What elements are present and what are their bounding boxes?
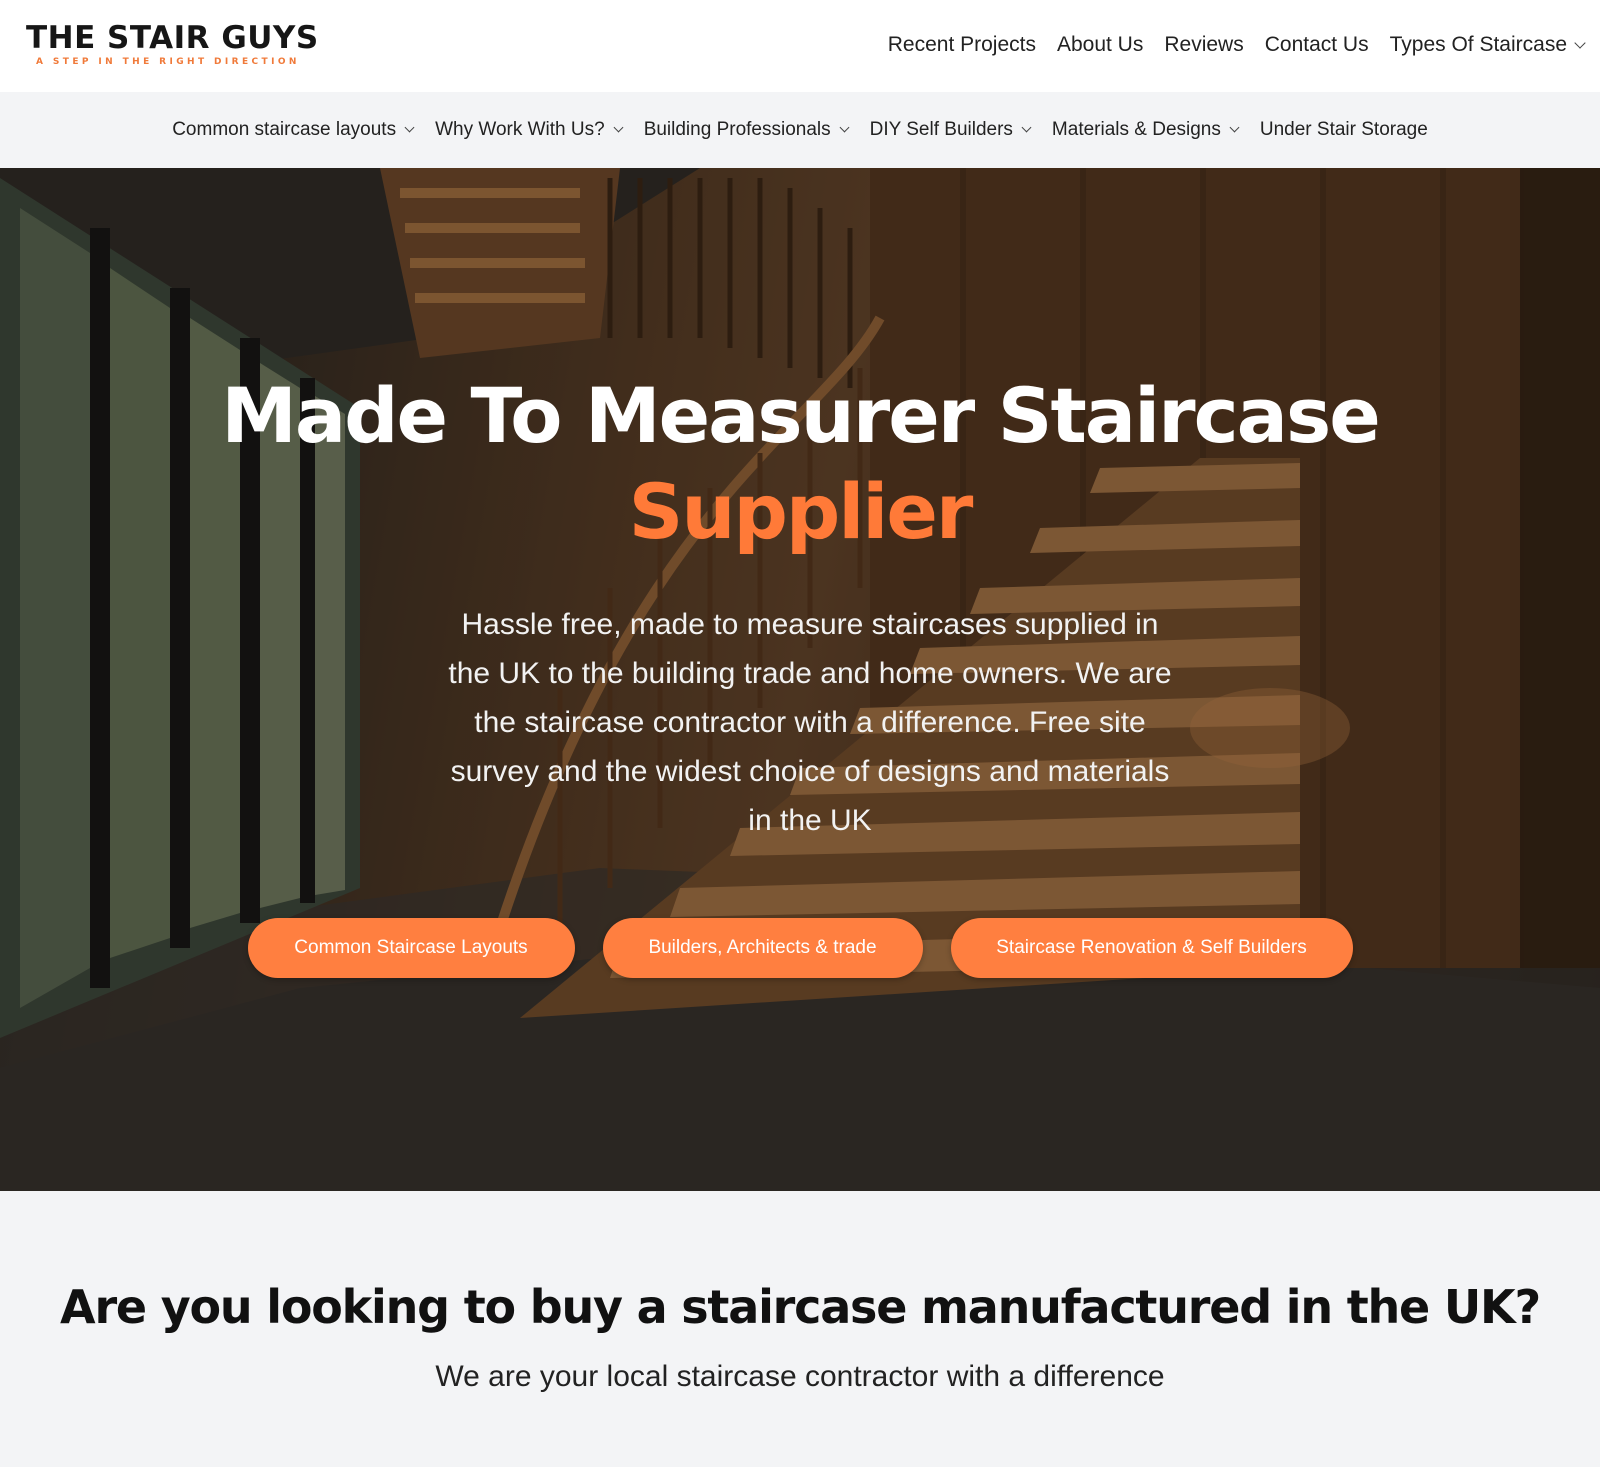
logo-tagline: A STEP IN THE RIGHT DIRECTION [36, 57, 300, 67]
subnav-materials-designs[interactable]: Materials & Designs [1051, 119, 1240, 141]
primary-nav: Recent Projects About Us Reviews Contact… [867, 28, 1586, 62]
cta-common-staircase-layouts[interactable]: Common Staircase Layouts [247, 918, 575, 978]
hero-description: Hassle free, made to measure staircases … [448, 608, 1172, 837]
chevron-down-icon [613, 122, 624, 133]
subnav-under-stair-storage[interactable]: Under Stair Storage [1260, 119, 1428, 141]
site-logo[interactable]: THE STAIR GUYS A STEP IN THE RIGHT DIREC… [26, 20, 319, 70]
subnav-label: DIY Self Builders [869, 119, 1013, 140]
chevron-down-icon [1574, 36, 1586, 49]
subnav-label: Building Professionals [643, 119, 831, 140]
nav-contact-us[interactable]: Contact Us [1265, 33, 1369, 57]
chevron-down-icon [1229, 122, 1240, 133]
nav-label: Contact Us [1264, 33, 1369, 56]
chevron-down-icon [404, 122, 415, 133]
cta-renovation-self-builders[interactable]: Staircase Renovation & Self Builders [950, 918, 1353, 978]
subnav-diy-self-builders[interactable]: DIY Self Builders [869, 119, 1032, 141]
hero-cta-group: Common Staircase Layouts Builders, Archi… [0, 918, 1600, 978]
subnav-label: Materials & Designs [1051, 119, 1221, 140]
logo-wordmark: THE STAIR GUYS [26, 20, 319, 56]
nav-label: About Us [1056, 33, 1144, 56]
intro-section: Are you looking to buy a staircase manuf… [0, 1191, 1600, 1467]
nav-about-us[interactable]: About Us [1057, 33, 1143, 57]
subnav-label: Common staircase layouts [172, 119, 397, 140]
subnav-common-layouts[interactable]: Common staircase layouts [172, 119, 415, 141]
site-header: THE STAIR GUYS A STEP IN THE RIGHT DIREC… [0, 0, 1600, 92]
intro-subheading: We are your local staircase contractor w… [435, 1360, 1165, 1393]
nav-types-of-staircase[interactable]: Types Of Staircase [1389, 33, 1586, 57]
subnav-building-professionals[interactable]: Building Professionals [643, 119, 850, 141]
nav-label: Reviews [1164, 33, 1244, 56]
subnav-label: Under Stair Storage [1259, 119, 1428, 140]
nav-label: Recent Projects [887, 33, 1036, 56]
chevron-down-icon [1021, 122, 1032, 133]
hero-section: Made To Measurer Staircase Supplier Hass… [0, 168, 1600, 1191]
subnav-label: Why Work With Us? [435, 119, 605, 140]
nav-label: Types Of Staircase [1389, 33, 1567, 56]
chevron-down-icon [839, 122, 850, 133]
intro-heading: Are you looking to buy a staircase manuf… [60, 1280, 1541, 1334]
cta-builders-architects-trade[interactable]: Builders, Architects & trade [602, 918, 923, 978]
hero-title: Made To Measurer Staircase [221, 371, 1381, 460]
secondary-nav: Common staircase layouts Why Work With U… [0, 92, 1600, 168]
subnav-why-work-with-us[interactable]: Why Work With Us? [435, 119, 624, 141]
nav-reviews[interactable]: Reviews [1164, 33, 1243, 57]
hero-title-highlight: Supplier [628, 467, 974, 556]
nav-recent-projects[interactable]: Recent Projects [888, 33, 1036, 57]
